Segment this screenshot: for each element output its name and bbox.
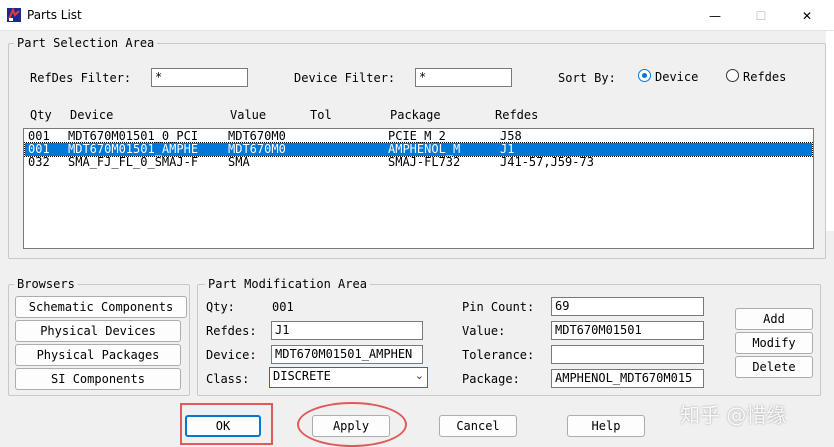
cell-package: SMAJ-FL732 — [388, 155, 461, 169]
tolerance-field[interactable] — [551, 345, 704, 364]
close-icon: ✕ — [801, 8, 813, 23]
col-header-qty: Qty — [30, 108, 52, 122]
minimize-icon: — — [709, 8, 721, 23]
col-header-device: Device — [70, 108, 114, 122]
schematic-components-button[interactable]: Schematic Components — [15, 296, 187, 318]
app-icon — [7, 7, 21, 22]
refdes-label: Refdes: — [206, 324, 257, 338]
pin-count-label: Pin Count: — [462, 300, 535, 314]
maximize-icon: ☐ — [755, 8, 767, 23]
pin-count-field[interactable]: 69 — [551, 297, 704, 316]
sort-refdes-label[interactable]: Refdes — [743, 70, 786, 84]
modify-button[interactable]: Modify — [735, 332, 813, 354]
sort-by-label: Sort By: — [558, 71, 616, 85]
sort-device-label[interactable]: Device — [655, 70, 698, 84]
value-field[interactable]: MDT670M01501 — [551, 321, 704, 340]
refdes-field[interactable]: J1 — [271, 321, 423, 340]
title-bar: Parts List — ☐ ✕ — [0, 0, 834, 31]
tolerance-label: Tolerance: — [462, 348, 535, 362]
class-select-value: DISCRETE — [273, 369, 331, 383]
package-field[interactable]: AMPHENOL_MDT670M015 — [551, 369, 704, 388]
col-header-tol: Tol — [310, 108, 332, 122]
package-label: Package: — [462, 372, 520, 386]
physical-packages-button[interactable]: Physical Packages — [15, 344, 181, 366]
refdes-filter-input[interactable]: * — [151, 68, 248, 87]
device-filter-input[interactable]: * — [415, 68, 512, 87]
maximize-button[interactable]: ☐ — [738, 0, 784, 31]
value-label: Value: — [462, 324, 506, 338]
device-filter-label: Device Filter: — [294, 71, 396, 85]
close-button[interactable]: ✕ — [784, 0, 830, 31]
cell-refdes: J41-57,J59-73 — [500, 155, 594, 169]
col-header-value: Value — [230, 108, 267, 122]
help-button[interactable]: Help — [567, 415, 645, 437]
browsers-title: Browsers — [14, 277, 78, 291]
refdes-filter-label: RefDes Filter: — [30, 71, 132, 85]
part-modification-title: Part Modification Area — [205, 277, 370, 291]
cell-value: SMA — [228, 155, 250, 169]
table-row[interactable]: 032 SMA_FJ_FL_0_SMAJ-F SMA SMAJ-FL732 J4… — [25, 156, 812, 169]
watermark: 知乎 @惜缘 — [680, 403, 787, 427]
background-edge — [826, 31, 834, 231]
parts-list[interactable]: 001 MDT670M01501_0_PCI MDT670M0 PCIE_M_2… — [23, 128, 814, 249]
chevron-down-icon: ⌄ — [414, 369, 424, 382]
add-button[interactable]: Add — [735, 308, 813, 330]
class-select[interactable]: DISCRETE ⌄ — [269, 367, 428, 388]
ok-annotation-rectangle — [180, 403, 273, 445]
cell-device: SMA_FJ_FL_0_SMAJ-F — [68, 155, 199, 169]
sort-device-radio[interactable] — [638, 69, 651, 82]
sort-refdes-radio[interactable] — [726, 69, 739, 82]
si-components-button[interactable]: SI Components — [15, 368, 181, 390]
physical-devices-button[interactable]: Physical Devices — [15, 320, 181, 342]
col-header-package: Package — [390, 108, 441, 122]
window-title: Parts List — [27, 8, 82, 22]
minimize-button[interactable]: — — [692, 0, 738, 31]
device-label: Device: — [206, 348, 257, 362]
class-label: Class: — [206, 372, 250, 386]
delete-button[interactable]: Delete — [735, 356, 813, 378]
cancel-button[interactable]: Cancel — [439, 415, 517, 437]
apply-annotation-ellipse — [297, 402, 407, 447]
device-field[interactable]: MDT670M01501_AMPHEN — [271, 345, 423, 364]
part-selection-title: Part Selection Area — [14, 36, 158, 50]
qty-label: Qty: — [206, 300, 235, 314]
cell-qty: 032 — [28, 155, 50, 169]
col-header-refdes: Refdes — [495, 108, 539, 122]
qty-value: 001 — [272, 300, 294, 314]
